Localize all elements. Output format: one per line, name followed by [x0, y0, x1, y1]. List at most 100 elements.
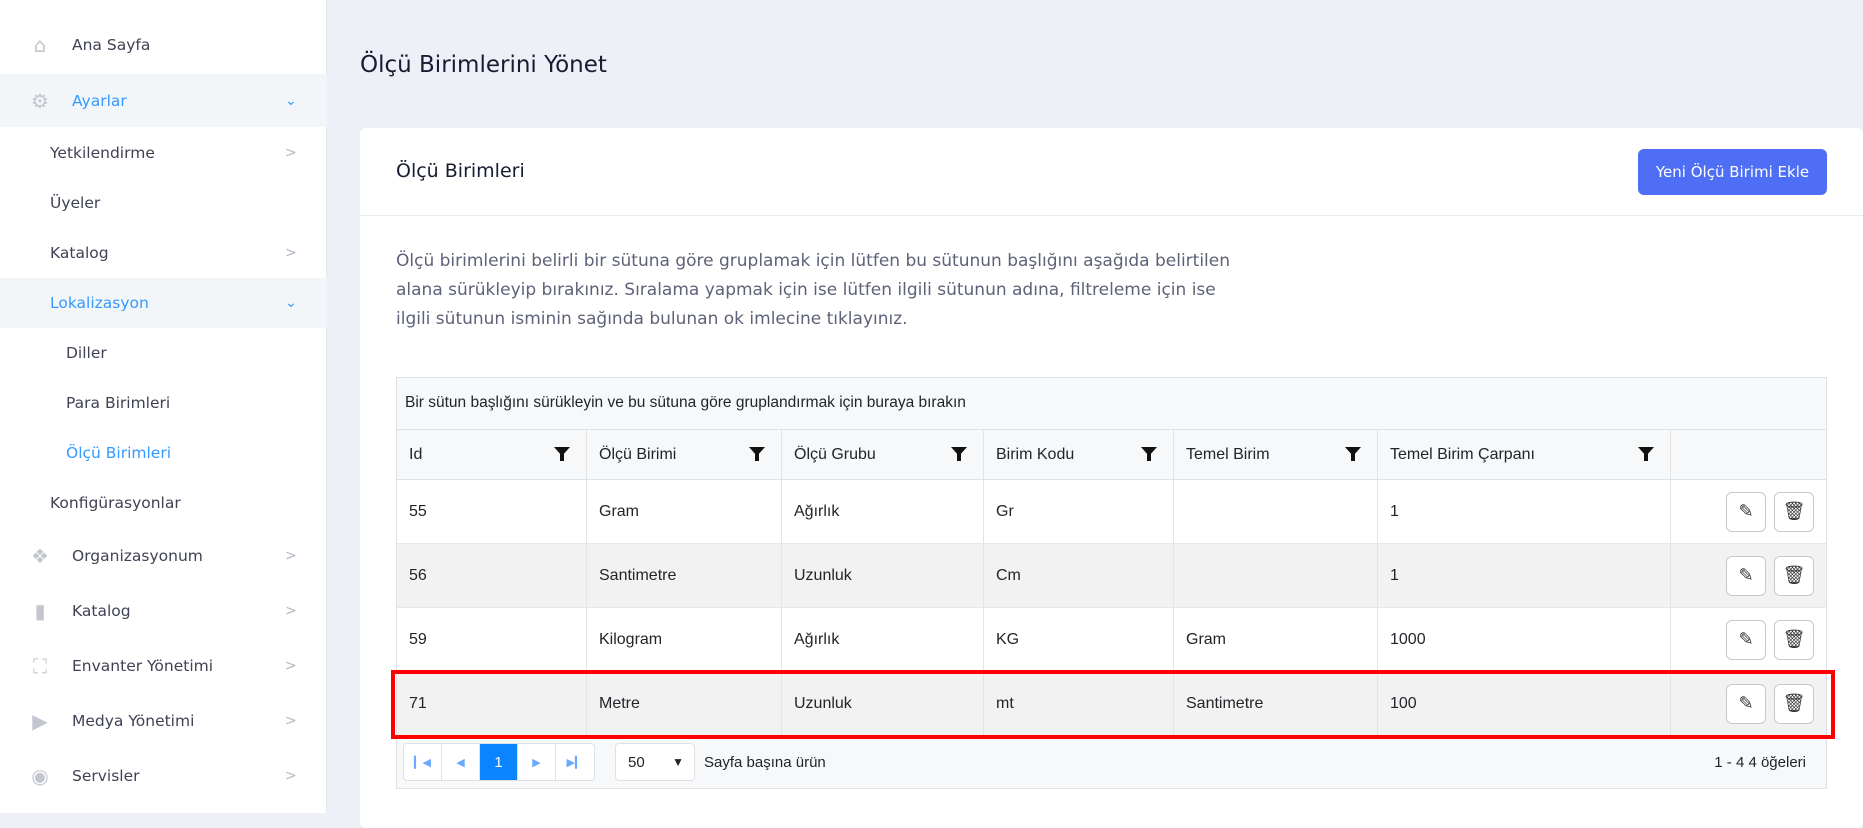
card-header: Ölçü Birimleri Yeni Ölçü Birimi Ekle	[360, 128, 1863, 216]
add-unit-button[interactable]: Yeni Ölçü Birimi Ekle	[1638, 149, 1827, 195]
sidebar-item-katalog[interactable]: ▮ Katalog >	[0, 583, 327, 638]
cell-id: 71	[397, 672, 587, 735]
pager-summary: 1 - 4 4 öğeleri	[1714, 753, 1806, 771]
cell-temel-birim-carpani: 1	[1378, 480, 1671, 543]
edit-button[interactable]: ✎	[1726, 555, 1766, 596]
delete-button[interactable]: 🗑	[1774, 555, 1814, 596]
group-drop-panel[interactable]: Bir sütun başlığını sürükleyin ve bu süt…	[397, 378, 1826, 430]
column-header-birim-kodu[interactable]: Birim Kodu	[984, 430, 1174, 479]
sidebar-item-envanter[interactable]: ⛶ Envanter Yönetimi >	[0, 638, 327, 693]
sidebar-item-katalog-settings[interactable]: Katalog >	[0, 228, 327, 278]
cell-olcu-grubu: Uzunluk	[782, 672, 984, 735]
cell-temel-birim: Gram	[1174, 608, 1378, 671]
cell-olcu-grubu: Ağırlık	[782, 608, 984, 671]
organization-icon: ❖	[31, 543, 49, 568]
first-page-button[interactable]: ▎◀	[404, 744, 442, 780]
sidebar-item-konfigurasyonlar[interactable]: Konfigürasyonlar	[0, 478, 327, 528]
page-size-value: 50	[628, 753, 645, 771]
page-size-select[interactable]: 50 ▼	[615, 743, 695, 781]
filter-icon[interactable]	[951, 447, 967, 461]
column-label: Temel Birim Çarpanı	[1390, 445, 1535, 463]
column-header-id[interactable]: Id	[397, 430, 587, 479]
pager: ▎◀ ◀ 1 ▶ ▶▎	[403, 743, 595, 781]
column-header-temel-birim[interactable]: Temel Birim	[1174, 430, 1378, 479]
sidebar-item-servisler[interactable]: ◉ Servisler >	[0, 748, 327, 803]
card-title: Ölçü Birimleri	[396, 160, 525, 182]
grid-footer: ▎◀ ◀ 1 ▶ ▶▎ 50 ▼ Sayfa başına ürün 1 - 4 …	[397, 736, 1826, 788]
delete-button[interactable]: 🗑	[1774, 491, 1814, 532]
filter-icon[interactable]	[1141, 447, 1157, 461]
cell-birim-kodu: Gr	[984, 480, 1174, 543]
trash-icon: 🗑	[1782, 565, 1806, 585]
delete-button[interactable]: 🗑	[1774, 619, 1814, 660]
media-folder-icon: ▶	[32, 708, 48, 733]
delete-button[interactable]: 🗑	[1774, 683, 1814, 724]
chevron-right-icon: >	[285, 145, 297, 161]
units-grid: Bir sütun başlığını sürükleyin ve bu süt…	[396, 377, 1827, 789]
cell-temel-birim-carpani: 1000	[1378, 608, 1671, 671]
row-actions: ✎ 🗑	[1671, 608, 1826, 671]
column-header-olcu-grubu[interactable]: Ölçü Grubu	[782, 430, 984, 479]
chevron-down-icon: ⌄	[285, 92, 297, 109]
sidebar-item-ayarlar[interactable]: ⚙ Ayarlar ⌄	[0, 74, 327, 127]
filter-icon[interactable]	[554, 447, 570, 461]
cell-temel-birim: Santimetre	[1174, 672, 1378, 735]
cell-temel-birim	[1174, 544, 1378, 607]
caret-down-icon: ▼	[672, 755, 684, 769]
cell-olcu-birimi: Metre	[587, 672, 782, 735]
header-row: Id Ölçü Birimi Ölçü Grubu Birim Kodu Tem…	[397, 430, 1826, 480]
cell-olcu-grubu: Uzunluk	[782, 544, 984, 607]
inventory-icon: ⛶	[33, 653, 47, 678]
sidebar-item-lokalizasyon[interactable]: Lokalizasyon ⌄	[0, 278, 327, 328]
sidebar-item-diller[interactable]: Diller	[0, 328, 327, 378]
sidebar-item-para-birimleri[interactable]: Para Birimleri	[0, 378, 327, 428]
pencil-icon: ✎	[1738, 693, 1754, 713]
column-label: Ölçü Grubu	[794, 445, 876, 463]
last-page-button[interactable]: ▶▎	[556, 744, 594, 780]
gear-icon: ⚙	[31, 88, 49, 113]
prev-page-button[interactable]: ◀	[442, 744, 480, 780]
chevron-right-icon: >	[285, 712, 297, 729]
edit-button[interactable]: ✎	[1726, 619, 1766, 660]
pencil-icon: ✎	[1738, 565, 1754, 585]
cell-birim-kodu: KG	[984, 608, 1174, 671]
pencil-icon: ✎	[1738, 501, 1754, 521]
page-size-label: Sayfa başına ürün	[704, 753, 826, 771]
edit-button[interactable]: ✎	[1726, 683, 1766, 724]
cell-id: 56	[397, 544, 587, 607]
cell-birim-kodu: mt	[984, 672, 1174, 735]
sidebar-item-olcu-birimleri[interactable]: Ölçü Birimleri	[0, 428, 327, 478]
sidebar-item-ana-sayfa[interactable]: ⌂ Ana Sayfa	[0, 20, 327, 70]
sidebar-item-uyeler[interactable]: Üyeler	[0, 178, 327, 228]
cell-olcu-birimi: Gram	[587, 480, 782, 543]
cell-temel-birim-carpani: 100	[1378, 672, 1671, 735]
trash-icon: 🗑	[1782, 629, 1806, 649]
edit-button[interactable]: ✎	[1726, 491, 1766, 532]
table-row: 55 Gram Ağırlık Gr 1 ✎ 🗑	[397, 480, 1826, 544]
sidebar-item-medya[interactable]: ▶ Medya Yönetimi >	[0, 693, 327, 748]
chevron-down-icon: ⌄	[285, 295, 297, 311]
next-page-button[interactable]: ▶	[518, 744, 556, 780]
column-header-temel-birim-carpani[interactable]: Temel Birim Çarpanı	[1378, 430, 1671, 479]
column-label: Ölçü Birimi	[599, 445, 677, 463]
catalog-icon: ▮	[34, 598, 46, 623]
table-row: 59 Kilogram Ağırlık KG Gram 1000 ✎ 🗑	[397, 608, 1826, 672]
cell-olcu-grubu: Ağırlık	[782, 480, 984, 543]
sidebar-item-yetkilendirme[interactable]: Yetkilendirme >	[0, 128, 327, 178]
sidebar: ⌂ Ana Sayfa ⚙ Ayarlar ⌄ Yetkilendirme > …	[0, 0, 327, 813]
column-label: Birim Kodu	[996, 445, 1075, 463]
chevron-right-icon: >	[285, 602, 297, 619]
page-button[interactable]: 1	[480, 744, 518, 780]
trash-icon: 🗑	[1782, 501, 1806, 521]
filter-icon[interactable]	[1638, 447, 1654, 461]
table-row: 71 Metre Uzunluk mt Santimetre 100 ✎ 🗑	[397, 672, 1826, 736]
description: Ölçü birimlerini belirli bir sütuna göre…	[396, 251, 1231, 329]
filter-icon[interactable]	[749, 447, 765, 461]
column-header-olcu-birimi[interactable]: Ölçü Birimi	[587, 430, 782, 479]
column-label: Temel Birim	[1186, 445, 1270, 463]
filter-icon[interactable]	[1345, 447, 1361, 461]
broadcast-icon: ◉	[31, 763, 49, 788]
row-actions: ✎ 🗑	[1671, 672, 1826, 735]
row-actions: ✎ 🗑	[1671, 544, 1826, 607]
sidebar-item-organizasyonum[interactable]: ❖ Organizasyonum >	[0, 528, 327, 583]
